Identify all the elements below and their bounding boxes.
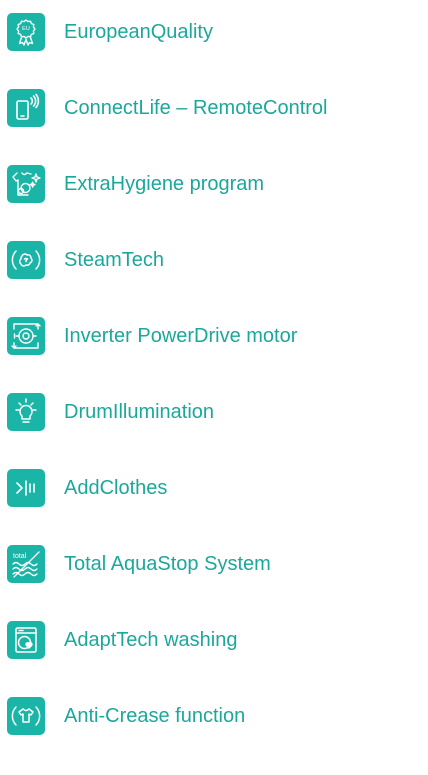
steam-icon	[7, 241, 45, 279]
anti-crease-shirt-icon	[7, 697, 45, 735]
feature-label: Total AquaStop System	[64, 553, 271, 575]
feature-item-adapttech: AdaptTech washing	[7, 620, 237, 660]
feature-label: Inverter PowerDrive motor	[64, 325, 298, 347]
feature-item-add-clothes: AddClothes	[7, 468, 167, 508]
feature-item-extra-hygiene: ExtraHygiene program	[7, 164, 264, 204]
add-clothes-icon	[7, 469, 45, 507]
feature-item-european-quality: EU EuropeanQuality	[7, 12, 213, 52]
smartphone-signal-icon	[7, 89, 45, 127]
washing-machine-heart-icon	[7, 621, 45, 659]
feature-label: AddClothes	[64, 477, 168, 499]
feature-item-steamtech: SteamTech	[7, 240, 164, 280]
light-bulb-icon	[7, 393, 45, 431]
feature-list: EU EuropeanQuality ConnectLife – RemoteC…	[0, 0, 428, 775]
hygiene-shirt-icon	[7, 165, 45, 203]
feature-label: AdaptTech washing	[64, 629, 238, 651]
feature-item-inverter-motor: Inverter PowerDrive motor	[7, 316, 297, 356]
svg-text:EU: EU	[22, 26, 30, 32]
feature-label: ConnectLife – RemoteControl	[64, 97, 328, 119]
aquastop-icon: total	[7, 545, 45, 583]
feature-label: ExtraHygiene program	[64, 173, 265, 195]
feature-label: Anti-Crease function	[64, 705, 246, 727]
feature-label: DrumIllumination	[64, 401, 215, 423]
eu-quality-badge-icon: EU	[7, 13, 45, 51]
feature-item-anti-crease: Anti-Crease function	[7, 696, 245, 736]
svg-text:total: total	[13, 553, 27, 560]
feature-label: SteamTech	[64, 249, 165, 271]
feature-label: EuropeanQuality	[64, 21, 213, 43]
feature-item-connectlife: ConnectLife – RemoteControl	[7, 88, 327, 128]
feature-item-drum-illumination: DrumIllumination	[7, 392, 214, 432]
feature-item-total-aquastop: total Total AquaStop System	[7, 544, 271, 584]
inverter-motor-icon	[7, 317, 45, 355]
